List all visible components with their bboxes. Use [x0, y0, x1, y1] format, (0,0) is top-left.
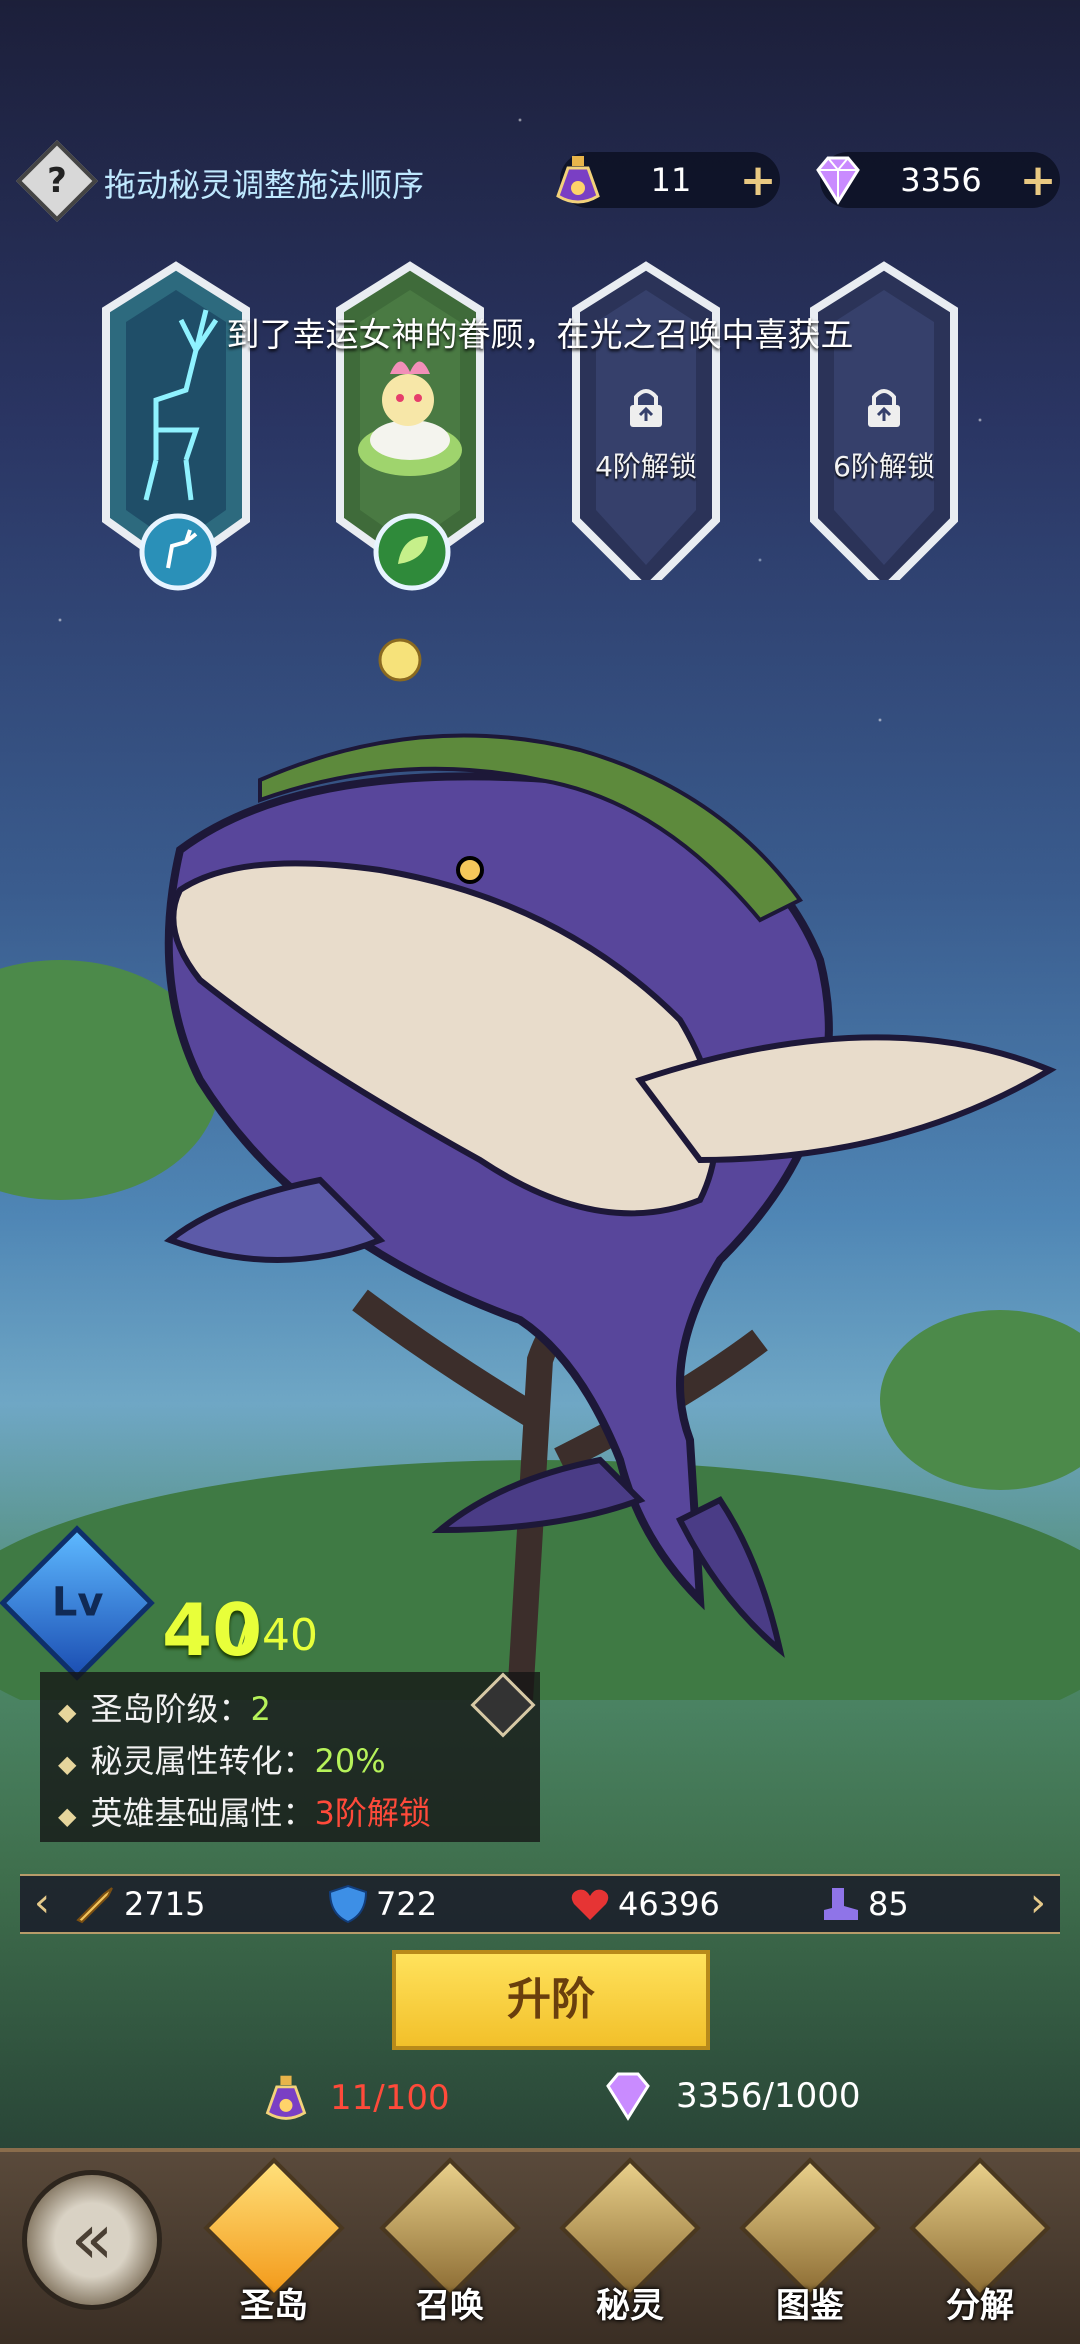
- floating-island-right: [880, 1310, 1080, 1490]
- rank-row: ◆ 圣岛阶级：2: [58, 1690, 271, 1728]
- hero-attr-value: 3阶解锁: [314, 1794, 431, 1832]
- level-max: 40: [262, 1610, 318, 1661]
- diamond-count: 3356: [900, 161, 982, 199]
- stats-prev-arrow-icon[interactable]: ‹: [20, 1876, 64, 1932]
- broadcast-message: 到了幸运女神的眷顾，在光之召唤中喜获五: [226, 315, 854, 354]
- back-arrow-icon: «: [70, 2198, 114, 2280]
- diamond-icon: [816, 156, 860, 205]
- diamond-bullet-icon: ◆: [58, 1802, 77, 1830]
- tab-codex[interactable]: 图鉴: [730, 2157, 890, 2338]
- tab-holy-island[interactable]: 圣岛: [194, 2157, 354, 2338]
- tab-decompose[interactable]: 分解: [900, 2157, 1060, 2338]
- diamond-bullet-icon: ◆: [58, 1750, 77, 1778]
- island-info-panel: ◆ 圣岛阶级：2 ◆ 秘灵属性转化：20% ◆ 英雄基础属性：3阶解锁: [40, 1672, 540, 1842]
- potion-resource: 11 +: [556, 152, 780, 208]
- leaf-emblem-icon: [373, 513, 451, 591]
- hp-stat: 46396: [568, 1884, 720, 1924]
- details-button[interactable]: [470, 1672, 536, 1738]
- attack-stat: 2715: [74, 1884, 205, 1924]
- slot-unlock-label: 6阶解锁: [833, 450, 935, 483]
- diamond-bullet-icon: ◆: [58, 1698, 77, 1726]
- add-potion-button[interactable]: +: [736, 155, 780, 206]
- diamond-cost: 3356/1000: [598, 2068, 861, 2124]
- hint-text: 拖动秘灵调整施法顺序: [104, 166, 425, 204]
- rank-value: 2: [250, 1690, 271, 1728]
- stats-bar: ‹ 2715 722 46396 85 ›: [20, 1874, 1060, 1934]
- convert-value: 20%: [314, 1742, 386, 1780]
- upgrade-button[interactable]: 升阶: [392, 1950, 710, 2050]
- shield-icon: [328, 1884, 368, 1924]
- add-diamond-button[interactable]: +: [1016, 155, 1060, 206]
- tab-spirit[interactable]: 秘灵: [550, 2157, 710, 2338]
- heart-icon: [571, 1889, 609, 1920]
- deer-emblem-icon: [139, 513, 217, 591]
- back-button[interactable]: «: [22, 2170, 162, 2310]
- speed-stat: 85: [818, 1884, 909, 1924]
- slot-unlock-label: 4阶解锁: [595, 450, 697, 483]
- boot-icon: [824, 1888, 858, 1920]
- defense-stat: 722: [326, 1884, 437, 1924]
- lock-icon: [630, 389, 662, 427]
- potion-count: 11: [650, 161, 692, 199]
- potion-icon: [556, 156, 600, 204]
- whale-island-illustration: [0, 638, 1080, 1700]
- diamond-resource: 3356 +: [816, 152, 1060, 208]
- level-slash: /: [236, 1608, 251, 1659]
- hero-attr-row: ◆ 英雄基础属性：3阶解锁: [58, 1794, 431, 1832]
- potion-icon: [265, 2075, 307, 2120]
- convert-row: ◆ 秘灵属性转化：20%: [58, 1742, 386, 1780]
- diamond-icon: [606, 2072, 650, 2121]
- sword-icon: [76, 1887, 113, 1924]
- question-icon: ?: [47, 161, 67, 201]
- tab-summon[interactable]: 召唤: [370, 2157, 530, 2338]
- stats-next-arrow-icon[interactable]: ›: [1016, 1876, 1060, 1932]
- lock-icon: [868, 389, 900, 427]
- potion-cost: 11/100: [260, 2068, 450, 2128]
